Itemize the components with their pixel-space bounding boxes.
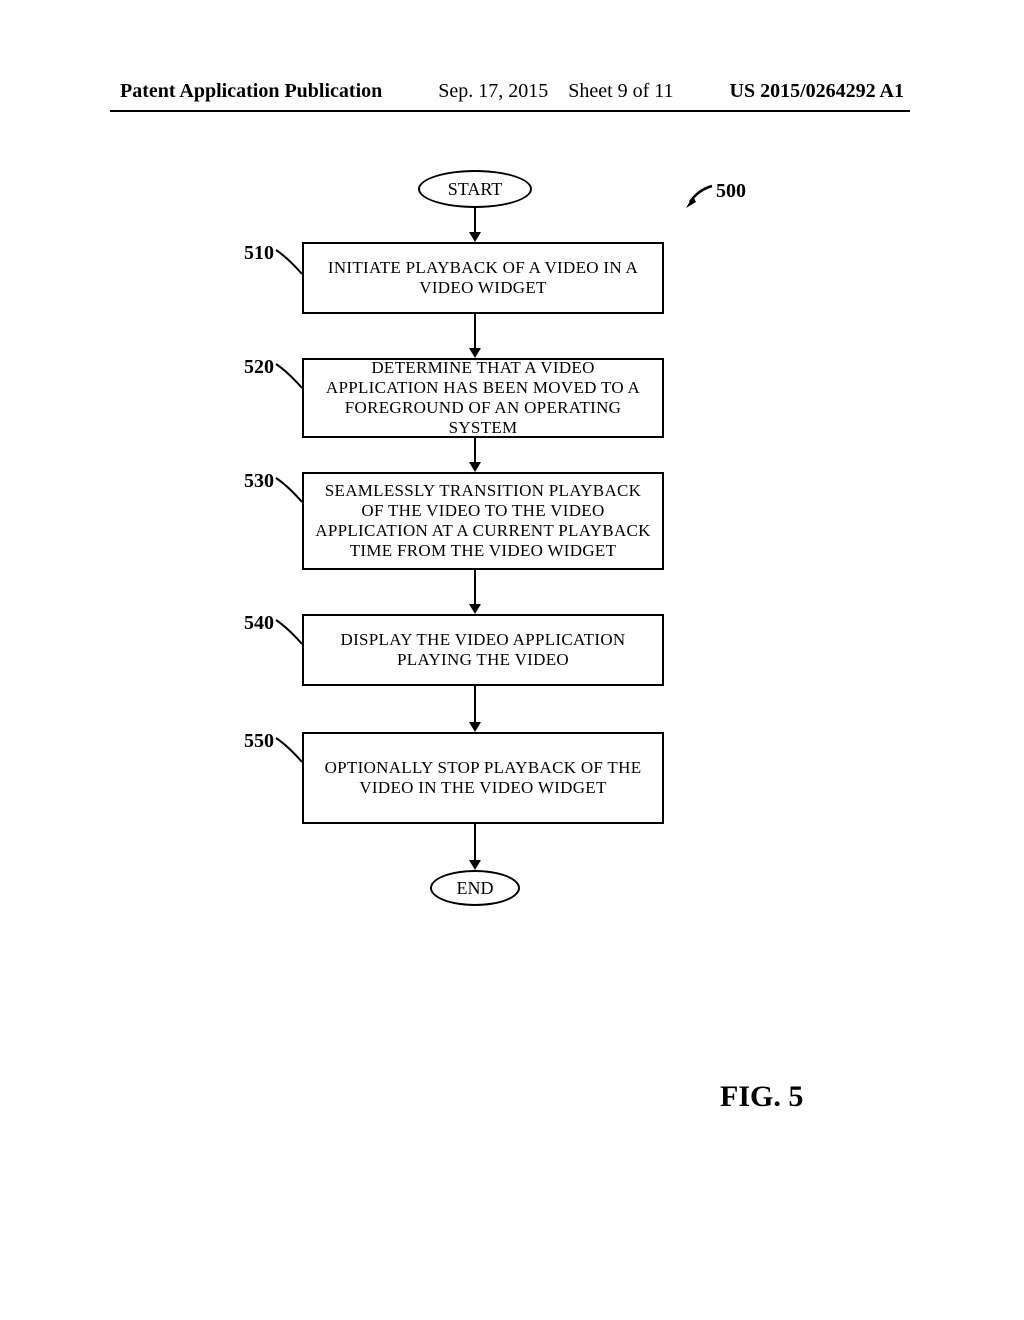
- start-node: START: [418, 170, 532, 208]
- step-box-510: INITIATE PLAYBACK OF A VIDEO IN A VIDEO …: [302, 242, 664, 314]
- figure-ref-arrow-icon: [684, 184, 714, 210]
- arrow-510-to-520: [466, 314, 484, 360]
- callout-line-520: [276, 364, 306, 404]
- arrow-530-to-540: [466, 570, 484, 616]
- step-text-520: DETERMINE THAT A VIDEO APPLICATION HAS B…: [314, 358, 652, 438]
- step-text-530: SEAMLESSLY TRANSITION PLAYBACK OF THE VI…: [314, 481, 652, 561]
- step-text-550: OPTIONALLY STOP PLAYBACK OF THE VIDEO IN…: [314, 758, 652, 798]
- step-text-540: DISPLAY THE VIDEO APPLICATION PLAYING TH…: [314, 630, 652, 670]
- figure-ref-number: 500: [716, 180, 746, 203]
- start-label: START: [448, 179, 502, 200]
- end-node: END: [430, 870, 520, 906]
- header-center: Sep. 17, 2015 Sheet 9 of 11: [438, 80, 673, 103]
- step-box-550: OPTIONALLY STOP PLAYBACK OF THE VIDEO IN…: [302, 732, 664, 824]
- arrow-540-to-550: [466, 686, 484, 734]
- callout-line-550: [276, 738, 306, 778]
- header-date: Sep. 17, 2015: [438, 80, 548, 102]
- flowchart-diagram: START 500 INITIATE PLAYBACK OF A VIDEO I…: [0, 170, 1024, 990]
- header-right: US 2015/0264292 A1: [730, 80, 904, 103]
- arrow-520-to-530: [466, 438, 484, 474]
- callout-line-530: [276, 478, 306, 518]
- arrow-550-to-end: [466, 824, 484, 872]
- callout-line-540: [276, 620, 306, 660]
- step-label-510: 510: [244, 242, 274, 265]
- callout-line-510: [276, 250, 306, 290]
- step-box-540: DISPLAY THE VIDEO APPLICATION PLAYING TH…: [302, 614, 664, 686]
- end-label: END: [457, 878, 494, 899]
- step-label-550: 550: [244, 730, 274, 753]
- step-label-540: 540: [244, 612, 274, 635]
- header-left: Patent Application Publication: [120, 80, 382, 103]
- page-header: Patent Application Publication Sep. 17, …: [0, 80, 1024, 103]
- header-rule: [110, 110, 910, 112]
- step-label-520: 520: [244, 356, 274, 379]
- step-box-530: SEAMLESSLY TRANSITION PLAYBACK OF THE VI…: [302, 472, 664, 570]
- step-label-530: 530: [244, 470, 274, 493]
- step-text-510: INITIATE PLAYBACK OF A VIDEO IN A VIDEO …: [314, 258, 652, 298]
- arrow-start-to-510: [466, 208, 484, 244]
- figure-caption: FIG. 5: [720, 1080, 803, 1114]
- header-sheet: Sheet 9 of 11: [568, 80, 673, 102]
- step-box-520: DETERMINE THAT A VIDEO APPLICATION HAS B…: [302, 358, 664, 438]
